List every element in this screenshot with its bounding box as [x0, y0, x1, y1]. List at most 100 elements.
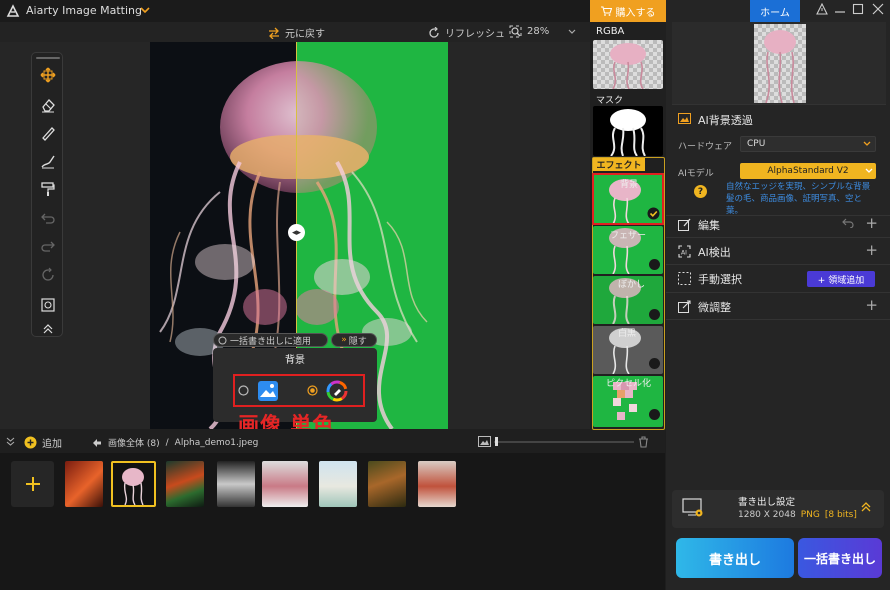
back-arrow-icon[interactable]	[92, 438, 102, 448]
refresh-label: リフレッシュ	[445, 29, 505, 40]
model-value: AlphaStandard V2	[767, 166, 849, 176]
help-icon[interactable]: ?	[694, 185, 707, 198]
mask-label: マスク	[596, 96, 624, 106]
expand-plus-icon[interactable]: +	[865, 296, 878, 314]
buy-button[interactable]: 購入する	[590, 0, 666, 22]
cart-icon	[600, 6, 612, 16]
fine-tune-section[interactable]: 微調整 +	[666, 293, 890, 320]
add-label: 追加	[42, 439, 62, 450]
thumbnail-selected[interactable]	[111, 461, 156, 507]
hide-button[interactable]: » 隠す	[331, 333, 377, 347]
export-details: 1280 X 2048 PNG [8 bits]	[738, 510, 857, 520]
thumbnail[interactable]	[217, 461, 255, 507]
solid-color-radio[interactable]	[307, 385, 318, 396]
edit-title: 編集	[698, 219, 720, 232]
reset-icon[interactable]	[38, 265, 58, 285]
ai-detect-section[interactable]: AI AI検出 +	[666, 238, 890, 265]
thumbnail[interactable]	[368, 461, 406, 507]
thumbnail[interactable]	[166, 461, 204, 507]
add-image-button[interactable]: 追加	[24, 435, 62, 450]
edit-section[interactable]: 編集 +	[666, 211, 890, 238]
add-thumbnail-button[interactable]	[11, 461, 54, 507]
breadcrumb-separator: /	[165, 437, 169, 448]
brush-icon[interactable]	[38, 123, 58, 143]
hardware-select[interactable]: CPU	[740, 136, 876, 152]
edit-icon	[678, 218, 691, 231]
thumbnail[interactable]	[319, 461, 357, 507]
window-controls	[812, 3, 890, 19]
effect-tag: エフェクト	[593, 158, 645, 171]
background-options	[233, 374, 365, 407]
hardware-label: ハードウェア	[678, 142, 733, 152]
selection-icon	[678, 272, 691, 285]
radio-icon	[218, 336, 227, 345]
ai-detect-title: AI検出	[698, 246, 731, 259]
fine-tune-icon	[678, 300, 691, 313]
breadcrumb-all[interactable]: 画像全体 (8)	[108, 436, 160, 449]
redo-icon[interactable]	[38, 237, 58, 257]
image-bg-radio[interactable]	[238, 385, 249, 396]
undo-compare-button[interactable]: 元に戻す	[268, 25, 325, 40]
panel-grip[interactable]	[36, 57, 60, 59]
refresh-button[interactable]: リフレッシュ	[428, 25, 505, 40]
export-settings[interactable]: 書き出し設定 1280 X 2048 PNG [8 bits]	[672, 490, 884, 528]
chevron-down-icon[interactable]	[140, 6, 150, 14]
swap-icon	[268, 27, 280, 39]
breadcrumb-file: Alpha_demo1.jpeg	[174, 437, 259, 448]
export-button[interactable]: 書き出し	[676, 538, 794, 578]
expand-plus-icon[interactable]: +	[865, 241, 878, 259]
effect-label: フェザー	[610, 231, 647, 241]
minimize-icon[interactable]	[834, 3, 846, 15]
refresh-icon	[428, 26, 440, 39]
notification-icon[interactable]	[816, 3, 828, 15]
eraser-icon[interactable]	[38, 95, 58, 115]
batch-export-button[interactable]: 一括書き出し	[798, 538, 882, 578]
thumbnail[interactable]	[65, 461, 103, 507]
hardware-value: CPU	[747, 139, 766, 149]
fit-screen-icon[interactable]	[38, 295, 58, 315]
collapse-up-icon[interactable]	[38, 319, 58, 339]
expand-plus-icon[interactable]: +	[865, 214, 878, 232]
export-settings-title: 書き出し設定	[738, 497, 796, 508]
image-bg-icon[interactable]	[257, 380, 279, 402]
collapse-up-icon[interactable]	[861, 502, 871, 512]
undo-icon[interactable]	[842, 218, 854, 228]
smooth-brush-icon[interactable]	[38, 151, 58, 171]
zoom-icon	[509, 25, 522, 38]
thumbnail-size-icon	[478, 436, 491, 447]
mask-preview[interactable]	[593, 106, 663, 156]
move-tool-icon[interactable]	[38, 65, 58, 85]
apply-to-batch-toggle[interactable]: 一括書き出しに適用	[213, 333, 328, 347]
manual-select-section[interactable]: 手動選択 + 領域追加	[666, 265, 890, 293]
home-button[interactable]: ホーム	[750, 0, 800, 22]
unchecked-dot-icon	[649, 358, 660, 369]
chevron-down-icon	[568, 29, 576, 35]
plus-icon	[24, 475, 42, 493]
export-settings-icon	[682, 498, 704, 518]
effect-label: ぼかし	[618, 280, 646, 290]
model-select[interactable]: AlphaStandard V2	[740, 163, 876, 179]
zoom-control[interactable]: 28%	[509, 25, 576, 38]
thumbnail-size-slider[interactable]	[494, 441, 634, 443]
thumbnail[interactable]	[262, 461, 308, 507]
undo-icon[interactable]	[38, 209, 58, 229]
effect-label: 白黒	[618, 329, 637, 339]
close-icon[interactable]	[872, 3, 884, 15]
split-handle-icon[interactable]: ◂▸	[288, 224, 305, 241]
app-title: Aiarty Image Matting	[26, 4, 142, 17]
check-icon	[647, 207, 660, 220]
slider-knob[interactable]	[495, 437, 498, 446]
collapse-down-icon[interactable]	[6, 437, 15, 446]
rgba-preview[interactable]	[593, 40, 663, 89]
fine-tune-title: 微調整	[698, 301, 731, 314]
ai-bg-title: AI背景透過	[698, 114, 753, 127]
trash-icon[interactable]	[638, 436, 649, 448]
paint-roller-icon[interactable]	[38, 179, 58, 199]
maximize-icon[interactable]	[852, 3, 864, 15]
result-preview	[672, 22, 886, 105]
chevron-down-icon[interactable]	[865, 168, 873, 174]
export-format: PNG	[800, 510, 820, 520]
thumbnail[interactable]	[418, 461, 456, 507]
add-region-button[interactable]: + 領域追加	[807, 271, 875, 287]
color-picker-icon[interactable]	[326, 380, 348, 402]
